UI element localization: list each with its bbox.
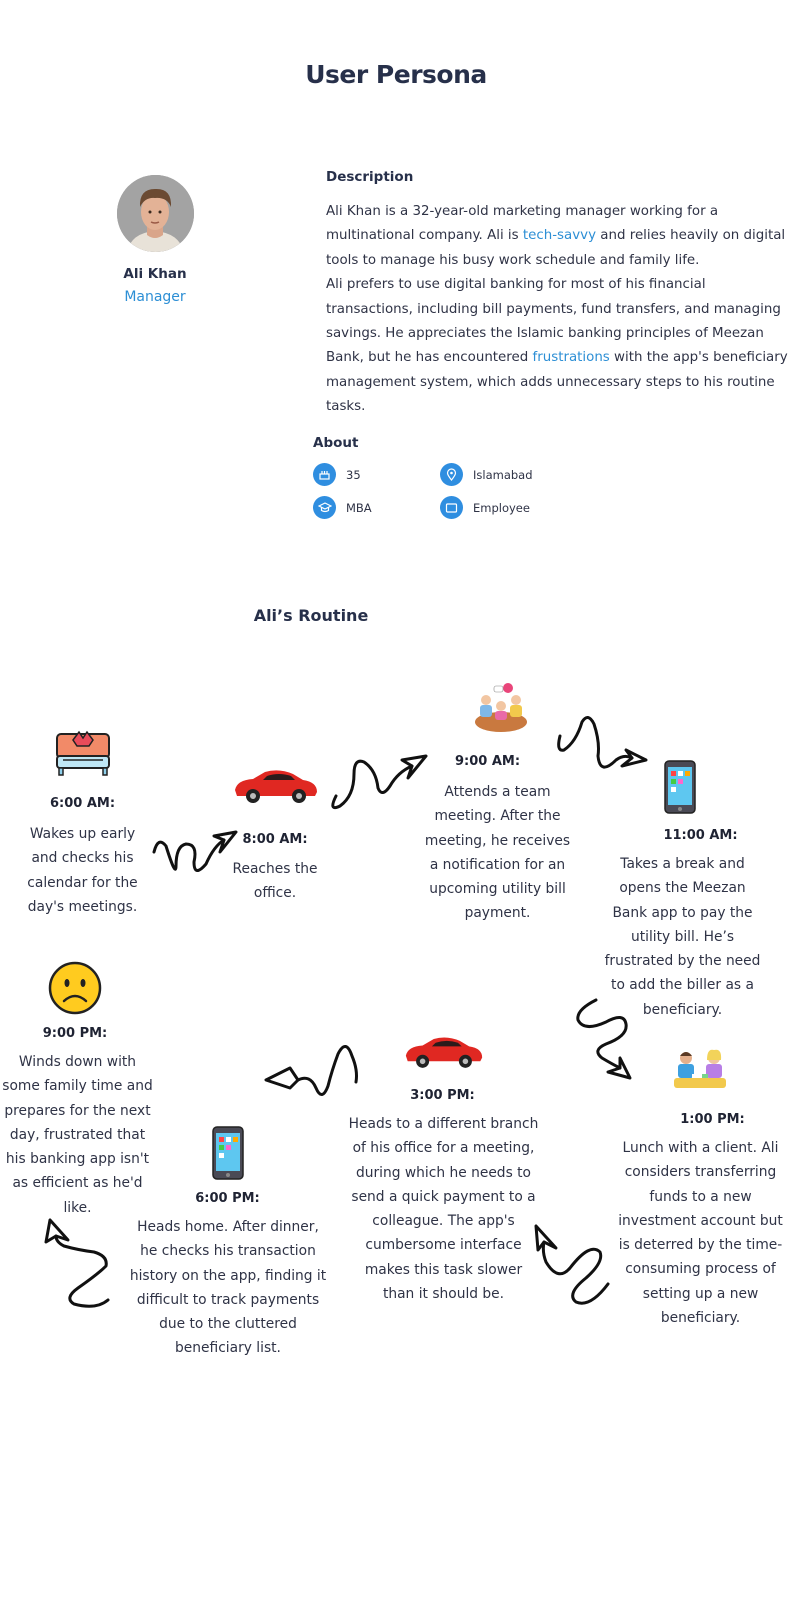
routine-time: 1:00 PM:: [680, 1112, 745, 1127]
highlight-frustrations: frustrations: [528, 350, 615, 366]
location-pin-icon: [440, 463, 463, 486]
squiggle-arrow-icon: [264, 1045, 358, 1096]
graduation-cap-icon: [313, 496, 336, 519]
routine-time: 3:00 PM:: [410, 1088, 475, 1103]
bed-icon: [56, 730, 110, 776]
phone-icon: [664, 760, 696, 814]
squiggle-arrow-icon: [557, 716, 648, 769]
description-text: Ali Khan is a 32-year-old marketing mana…: [326, 200, 788, 420]
about-city-value: Islamabad: [473, 467, 533, 482]
squiggle-arrow-icon: [576, 998, 632, 1080]
persona-name: Ali Khan: [123, 266, 187, 282]
routine-time: 9:00 AM:: [454, 754, 521, 769]
routine-description: Attends a team meeting. After the meetin…: [424, 784, 571, 922]
lunch-icon: [674, 1049, 726, 1088]
avatar: [117, 175, 194, 252]
routine-description: Heads to a different branch of his offic…: [348, 1116, 539, 1303]
squiggle-arrow-icon: [152, 830, 238, 872]
about-education: MBA: [313, 496, 372, 519]
car-icon: [235, 770, 317, 803]
squiggle-arrow-icon: [44, 1218, 110, 1308]
routine-heading: Ali’s Routine: [253, 606, 369, 625]
meeting-icon: [475, 683, 527, 732]
about-age: 35: [313, 463, 361, 486]
about-occupation: Employee: [440, 496, 530, 519]
avatar-portrait-image: [117, 175, 194, 252]
routine-time: 6:00 PM:: [195, 1191, 260, 1206]
cake-icon: [313, 463, 336, 486]
routine-time: 11:00 AM:: [663, 828, 738, 843]
page-title: User Persona: [305, 60, 487, 89]
squiggle-arrow-icon: [331, 754, 428, 810]
routine-description: Heads home. After dinner, he checks his …: [129, 1219, 327, 1357]
about-city: Islamabad: [440, 463, 533, 486]
about-occupation-value: Employee: [473, 500, 530, 515]
description-paragraph-1: Ali Khan is a 32-year-old marketing mana…: [326, 200, 788, 273]
squiggle-arrow-icon: [534, 1224, 610, 1305]
description-paragraph-2: Ali prefers to use digital banking for m…: [326, 273, 788, 419]
sad-face-icon: [48, 961, 102, 1015]
about-education-value: MBA: [346, 500, 372, 515]
about-heading: About: [313, 435, 359, 451]
briefcase-icon: [440, 496, 463, 519]
persona-role: Manager: [124, 289, 186, 305]
routine-description: Wakes up early and checks his calendar f…: [27, 826, 138, 915]
routine-time: 6:00 AM:: [49, 796, 116, 811]
description-heading: Description: [326, 169, 414, 185]
car-icon: [405, 1037, 483, 1068]
routine-description: Lunch with a client. Ali considers trans…: [618, 1140, 783, 1327]
routine-time: 9:00 PM:: [42, 1026, 108, 1041]
routine-description: Winds down with some family time and pre…: [2, 1054, 153, 1216]
highlight-tech-savvy: tech-savvy: [522, 228, 597, 244]
about-age-value: 35: [346, 467, 361, 482]
phone-icon: [212, 1126, 244, 1180]
